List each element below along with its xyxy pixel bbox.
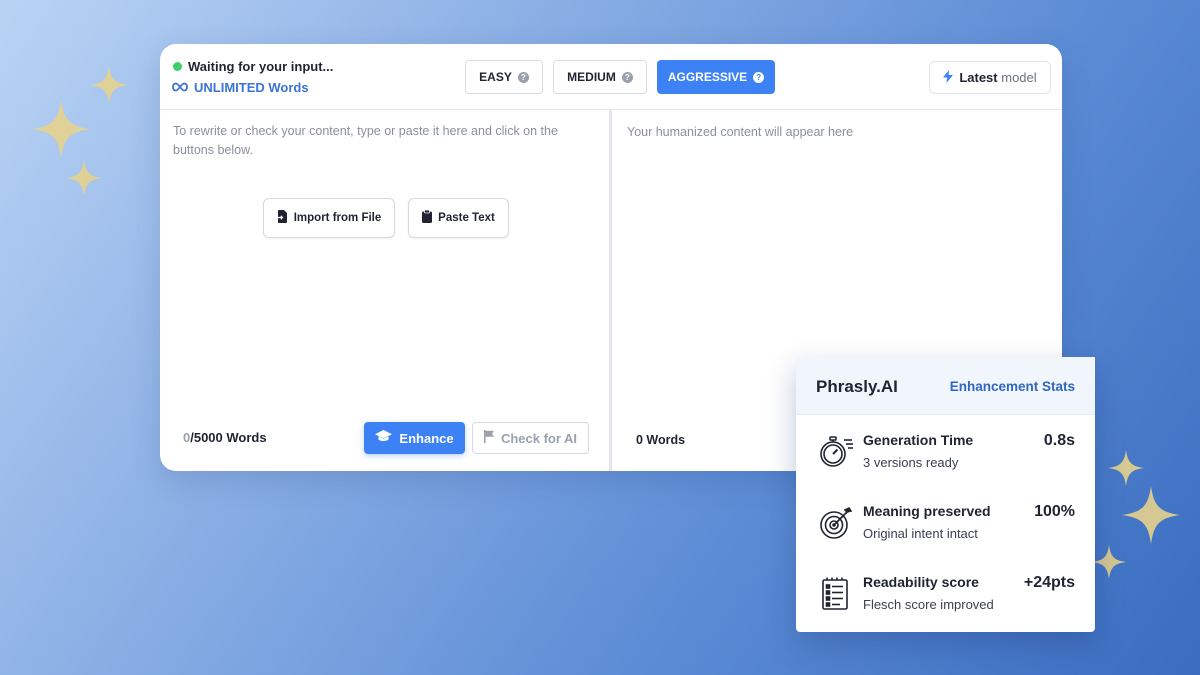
stats-header: Phrasly.AI Enhancement Stats — [796, 357, 1095, 415]
graduation-cap-icon — [375, 430, 393, 446]
clipboard-icon — [422, 209, 433, 226]
help-icon[interactable]: ? — [517, 71, 529, 83]
paste-text-label: Paste Text — [438, 212, 495, 224]
paste-text-button[interactable]: Paste Text — [408, 198, 509, 238]
stat-row-generation-time: Generation Time 3 versions ready 0.8s — [796, 430, 1095, 480]
input-pane[interactable]: To rewrite or check your content, type o… — [160, 110, 612, 471]
sparkle-icon — [66, 160, 102, 196]
stat-row-meaning-preserved: Meaning preserved Original intent intact… — [796, 501, 1095, 551]
check-for-ai-button[interactable]: Check for AI — [472, 422, 589, 454]
word-plan-label: UNLIMITED Words — [172, 80, 309, 95]
sparkle-icon — [1108, 450, 1144, 486]
mode-medium-label: MEDIUM — [567, 70, 616, 84]
mode-easy-button[interactable]: EASY ? — [465, 60, 543, 94]
mode-medium-button[interactable]: MEDIUM ? — [553, 60, 647, 94]
stat-value: +24pts — [1023, 574, 1075, 591]
input-placeholder[interactable]: To rewrite or check your content, type o… — [173, 122, 598, 160]
model-selector-button[interactable]: Latest model — [929, 61, 1051, 94]
stat-subtext: Flesch score improved — [863, 597, 994, 612]
sparkle-icon — [1122, 486, 1180, 544]
word-plan-text: UNLIMITED Words — [194, 80, 309, 95]
enhancement-stats-card: Phrasly.AI Enhancement Stats Generation … — [796, 357, 1095, 632]
stat-value: 0.8s — [1043, 432, 1075, 449]
stat-value: 100% — [1034, 503, 1075, 520]
mode-aggressive-label: AGGRESSIVE — [667, 70, 748, 84]
word-count-limit: /5000 Words — [190, 430, 267, 445]
stat-name: Generation Time — [863, 432, 974, 448]
lightning-icon — [943, 69, 954, 86]
sparkle-icon — [90, 66, 128, 104]
stopwatch-icon — [818, 434, 854, 475]
help-icon[interactable]: ? — [621, 71, 633, 83]
output-placeholder: Your humanized content will appear here — [627, 125, 854, 139]
file-import-icon — [276, 210, 288, 226]
help-icon[interactable]: ? — [753, 71, 765, 83]
status-indicator: Waiting for your input... — [173, 59, 333, 74]
import-file-label: Import from File — [293, 212, 382, 224]
sparkle-icon — [32, 100, 90, 158]
stats-title: Enhancement Stats — [949, 379, 1075, 394]
status-text: Waiting for your input... — [188, 59, 334, 74]
checklist-icon — [818, 576, 854, 617]
stat-row-readability-score: Readability score Flesch score improved … — [796, 572, 1095, 622]
brand-logo-text: Phrasly.AI — [816, 377, 898, 396]
check-for-ai-label: Check for AI — [500, 430, 578, 446]
status-dot-icon — [173, 62, 182, 71]
stat-subtext: Original intent intact — [863, 526, 978, 541]
mode-aggressive-button[interactable]: AGGRESSIVE ? — [657, 60, 775, 94]
enhance-button[interactable]: Enhance — [364, 422, 465, 454]
stat-name: Meaning preserved — [863, 503, 991, 519]
flag-icon — [483, 430, 495, 446]
stat-subtext: 3 versions ready — [863, 455, 959, 470]
infinity-icon — [172, 80, 188, 95]
stat-name: Readability score — [863, 574, 979, 590]
input-word-count: 0/5000 Words — [183, 430, 267, 445]
mode-easy-label: EASY — [479, 70, 512, 84]
top-bar: Waiting for your input... UNLIMITED Word… — [160, 44, 1062, 110]
output-word-count: 0 Words — [636, 433, 686, 447]
import-file-button[interactable]: Import from File — [263, 198, 395, 238]
model-label-rest: model — [1001, 70, 1037, 85]
model-label-bold: Latest — [959, 70, 998, 85]
target-icon — [818, 505, 854, 546]
sparkle-icon — [1092, 545, 1126, 579]
enhance-label: Enhance — [399, 430, 454, 446]
